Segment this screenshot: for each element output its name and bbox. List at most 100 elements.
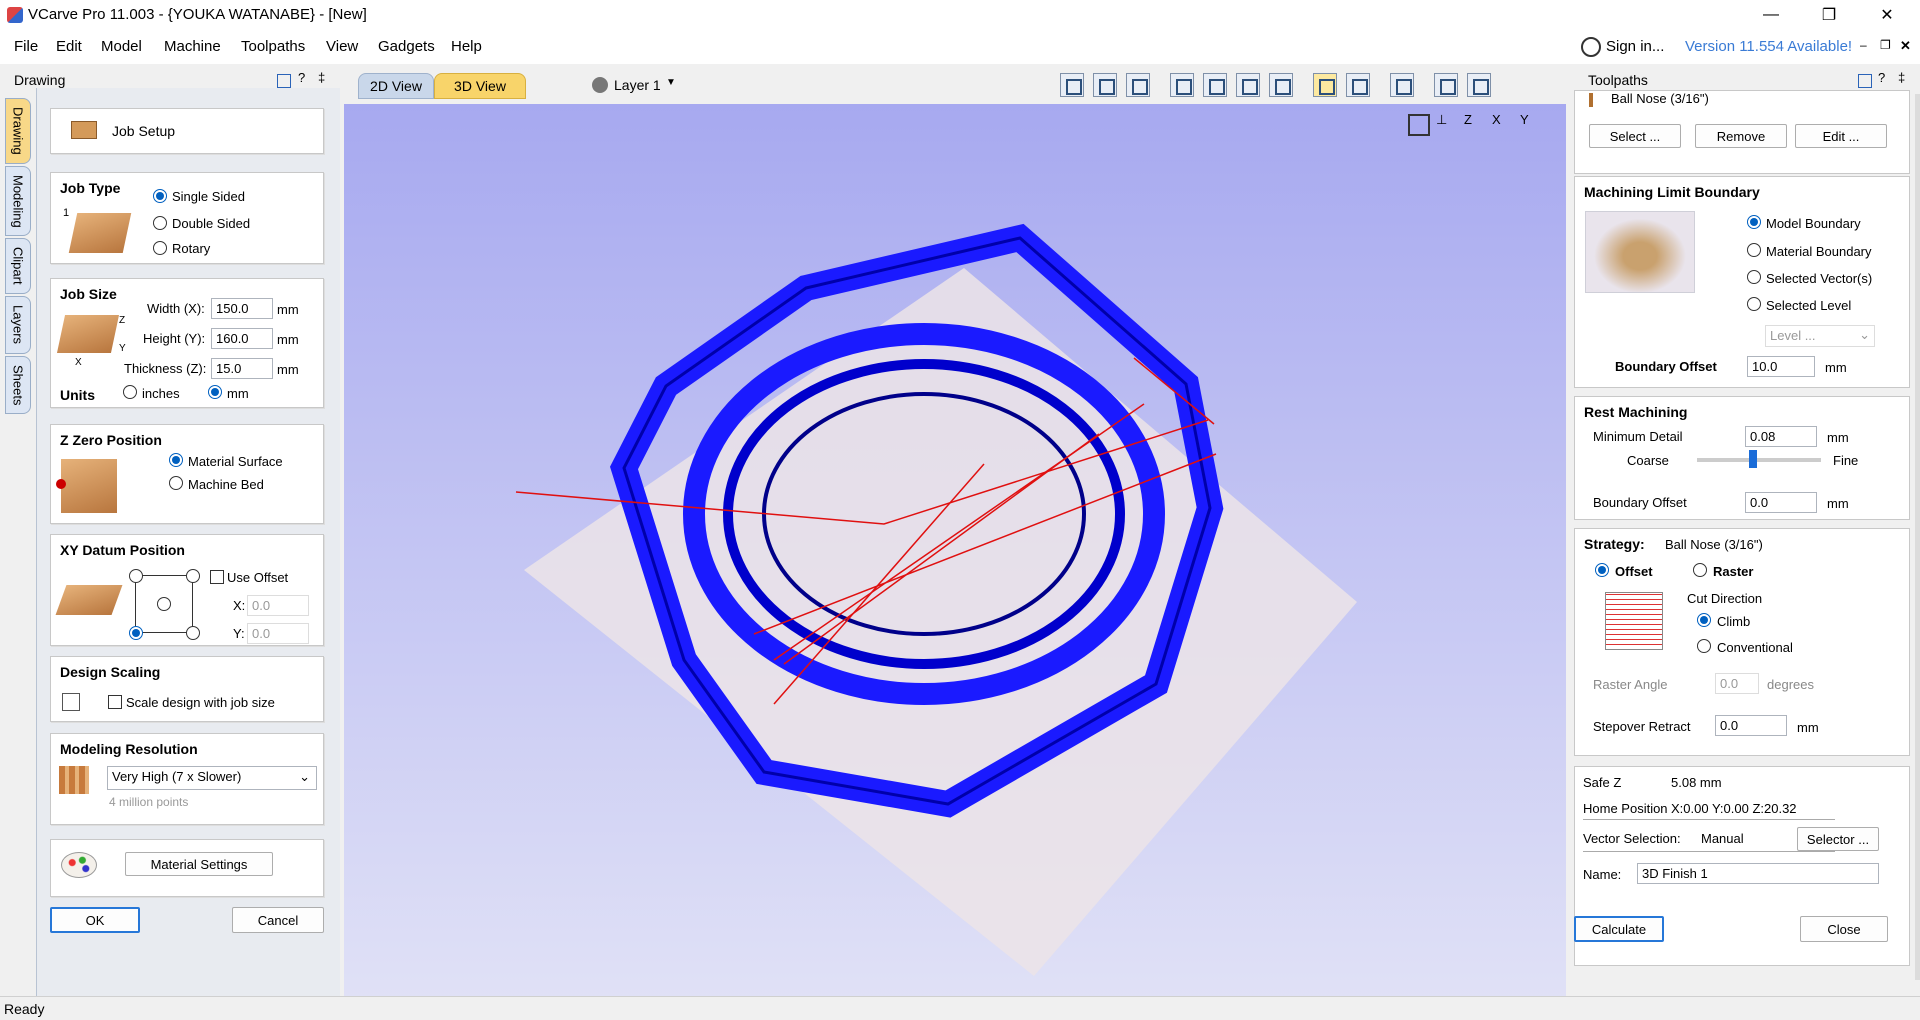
- chevron-down-icon[interactable]: ▼: [666, 77, 676, 88]
- toolbar-icon-1[interactable]: [1060, 73, 1084, 97]
- pin-icon[interactable]: ‡: [318, 70, 325, 85]
- lighting-icon[interactable]: [1390, 73, 1414, 97]
- pan-icon[interactable]: [1170, 73, 1194, 97]
- tile-view-icon[interactable]: [1467, 73, 1491, 97]
- inches-radio[interactable]: [123, 385, 137, 399]
- panel-dock-icon[interactable]: [1858, 74, 1872, 88]
- width-input[interactable]: 150.0: [211, 298, 273, 319]
- rest-boundary-offset-input[interactable]: 0.0: [1745, 492, 1817, 513]
- detail-slider-thumb[interactable]: [1748, 450, 1757, 468]
- level-select[interactable]: Level ... ⌄: [1765, 325, 1875, 347]
- fit-view-icon[interactable]: [1408, 114, 1430, 136]
- tab-drawing[interactable]: Drawing: [5, 98, 31, 164]
- tab-sheets[interactable]: Sheets: [5, 356, 31, 414]
- tab-3d-view[interactable]: 3D View: [434, 73, 526, 99]
- remove-tool-button[interactable]: Remove: [1695, 124, 1787, 148]
- split-view-icon[interactable]: [1434, 73, 1458, 97]
- machine-bed-radio[interactable]: [169, 476, 183, 490]
- zoom-icon[interactable]: [1203, 73, 1227, 97]
- raster-angle-input[interactable]: 0.0: [1715, 673, 1759, 694]
- view-z-icon[interactable]: Z: [1464, 112, 1472, 127]
- user-icon[interactable]: [1581, 37, 1601, 57]
- pin-icon[interactable]: ‡: [1898, 70, 1905, 85]
- menu-help[interactable]: Help: [451, 38, 482, 55]
- thickness-input[interactable]: 15.0: [211, 358, 273, 379]
- scale-design-checkbox[interactable]: [108, 695, 122, 709]
- help-icon[interactable]: ?: [1878, 70, 1885, 85]
- layer-dropdown[interactable]: Layer 1: [614, 77, 661, 93]
- toolpath-name-input[interactable]: 3D Finish 1: [1637, 863, 1879, 884]
- sign-in-link[interactable]: Sign in...: [1606, 38, 1664, 55]
- select-tool-button[interactable]: Select ...: [1589, 124, 1681, 148]
- menu-toolpaths[interactable]: Toolpaths: [241, 38, 305, 55]
- rotary-radio[interactable]: [153, 241, 167, 255]
- double-sided-radio[interactable]: [153, 216, 167, 230]
- ok-button[interactable]: OK: [50, 907, 140, 933]
- datum-center[interactable]: [157, 597, 171, 611]
- selected-vectors-radio[interactable]: [1747, 270, 1761, 284]
- mdi-close-icon[interactable]: ✕: [1900, 38, 1911, 54]
- menu-gadgets[interactable]: Gadgets: [378, 38, 435, 55]
- material-surface-radio[interactable]: [169, 453, 183, 467]
- offset-radio[interactable]: [1595, 563, 1609, 577]
- panel-dock-icon[interactable]: [277, 74, 291, 88]
- conventional-radio[interactable]: [1697, 639, 1711, 653]
- model-boundary-radio[interactable]: [1747, 215, 1761, 229]
- view-x-icon[interactable]: X: [1492, 112, 1501, 127]
- toolpath-preview-icon[interactable]: [1346, 73, 1370, 97]
- conventional-label: Conventional: [1717, 640, 1793, 655]
- help-icon[interactable]: ?: [298, 70, 305, 85]
- zoom-extents-icon[interactable]: [1236, 73, 1260, 97]
- restore-icon[interactable]: ❐: [1806, 0, 1852, 30]
- close-icon[interactable]: ✕: [1864, 0, 1910, 30]
- menu-bar: File Edit Model Machine Toolpaths View G…: [0, 30, 1920, 64]
- climb-radio[interactable]: [1697, 613, 1711, 627]
- view-y-icon[interactable]: Y: [1520, 112, 1529, 127]
- 3d-viewport[interactable]: ⊥ Z X Y: [344, 104, 1566, 1000]
- menu-edit[interactable]: Edit: [56, 38, 82, 55]
- datum-top-right[interactable]: [186, 569, 200, 583]
- menu-view[interactable]: View: [326, 38, 358, 55]
- tab-2d-view[interactable]: 2D View: [358, 73, 434, 99]
- material-boundary-radio[interactable]: [1747, 243, 1761, 257]
- menu-model[interactable]: Model: [101, 38, 142, 55]
- toolpath-view-icon[interactable]: [1313, 73, 1337, 97]
- grid-icon[interactable]: [1126, 73, 1150, 97]
- minimize-icon[interactable]: —: [1748, 0, 1794, 30]
- use-offset-checkbox[interactable]: [210, 570, 224, 584]
- menu-file[interactable]: File: [14, 38, 38, 55]
- version-link[interactable]: Version 11.554 Available!: [1685, 38, 1852, 55]
- calculate-button[interactable]: Calculate: [1574, 916, 1664, 942]
- raster-radio[interactable]: [1693, 563, 1707, 577]
- boundary-offset-input[interactable]: 10.0: [1747, 356, 1815, 377]
- mdi-minimize-icon[interactable]: –: [1860, 38, 1867, 52]
- datum-top-left[interactable]: [129, 569, 143, 583]
- mm-radio[interactable]: [208, 385, 222, 399]
- selector-button[interactable]: Selector ...: [1797, 827, 1879, 851]
- detail-slider-track[interactable]: [1697, 458, 1821, 462]
- tab-clipart[interactable]: Clipart: [5, 238, 31, 294]
- y-offset-input[interactable]: 0.0: [247, 623, 309, 644]
- height-input[interactable]: 160.0: [211, 328, 273, 349]
- datum-bottom-left[interactable]: [129, 626, 143, 640]
- menu-machine[interactable]: Machine: [164, 38, 221, 55]
- material-settings-button[interactable]: Material Settings: [125, 852, 273, 876]
- zoom-selected-icon[interactable]: [1269, 73, 1293, 97]
- resolution-select[interactable]: Very High (7 x Slower) ⌄: [107, 766, 317, 790]
- close-button[interactable]: Close: [1800, 916, 1888, 942]
- cancel-button[interactable]: Cancel: [232, 907, 324, 933]
- scrollbar[interactable]: [1915, 94, 1920, 980]
- selected-level-radio[interactable]: [1747, 297, 1761, 311]
- tab-layers[interactable]: Layers: [5, 296, 31, 354]
- toolbar-icon-2[interactable]: [1093, 73, 1117, 97]
- stepover-retract-input[interactable]: 0.0: [1715, 715, 1787, 736]
- mdi-restore-icon[interactable]: ❐: [1880, 38, 1891, 52]
- x-offset-input[interactable]: 0.0: [247, 595, 309, 616]
- iso-view-icon[interactable]: ⊥: [1436, 112, 1447, 128]
- edit-tool-button[interactable]: Edit ...: [1795, 124, 1887, 148]
- single-sided-radio[interactable]: [153, 189, 167, 203]
- tab-modeling[interactable]: Modeling: [5, 166, 31, 236]
- min-detail-input[interactable]: 0.08: [1745, 426, 1817, 447]
- home-position-label: Home Position: [1583, 801, 1668, 816]
- datum-bottom-right[interactable]: [186, 626, 200, 640]
